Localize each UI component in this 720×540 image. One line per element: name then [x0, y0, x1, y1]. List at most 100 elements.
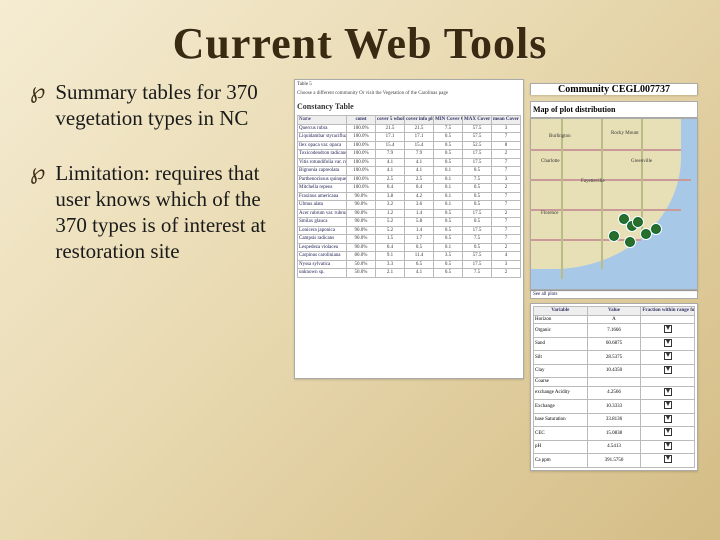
table-cell: 0.5 — [463, 201, 492, 210]
table-cell: Carpinus caroliniana — [298, 252, 347, 261]
map-pin-icon — [641, 229, 651, 239]
table-cell: Ca ppm — [534, 454, 588, 468]
table-cell: 7.5 — [463, 175, 492, 184]
table-cell: 0.5 — [434, 269, 463, 278]
table-cell: unknown sp. — [298, 269, 347, 278]
table-cell: Acer rubrum var. rubrum — [298, 209, 347, 218]
table-cell: exchange Acidity — [534, 386, 588, 400]
fraction-marker-icon — [664, 401, 672, 409]
table-cell: Nyssa sylvatica — [298, 260, 347, 269]
table-cell: Ilex opaca var. opaca — [298, 141, 347, 150]
table-row: Nyssa sylvatica50.0%3.36.50.517.53 — [298, 260, 521, 269]
screenshot-composite: Table 5 Choose a different community Or … — [294, 79, 702, 471]
table-cell: 0.4 — [405, 184, 434, 193]
table-cell: Exchange — [534, 400, 588, 414]
slide-title: Current Web Tools — [0, 0, 720, 69]
table-cell: Horizon — [534, 315, 588, 324]
map-pin-icon — [609, 231, 619, 241]
slide-content: ℘ Summary tables for 370 vegetation type… — [0, 69, 720, 471]
table-tab-label: Table 5 — [297, 82, 521, 87]
table-cell: 2.5 — [405, 175, 434, 184]
table-cell — [641, 351, 695, 365]
table-cell: 7 — [492, 201, 521, 210]
table-row: Parthenocissus quinquefolia100.0%2.52.50… — [298, 175, 521, 184]
table-cell: 3.2 — [376, 201, 405, 210]
fraction-marker-icon — [664, 325, 672, 333]
table-cell: 0.1 — [434, 175, 463, 184]
constancy-col-header: const — [347, 116, 376, 125]
table-cell: 0.5 — [434, 235, 463, 244]
table-cell: Toxicodendron radicans — [298, 150, 347, 159]
fraction-marker-icon — [664, 415, 672, 423]
table-cell: 28.5375 — [587, 351, 641, 365]
table-row: Clay10.4350 — [534, 364, 695, 378]
table-cell: Liquidambar styraciflua — [298, 133, 347, 142]
table-cell: 0.1 — [434, 184, 463, 193]
table-row: Ca ppm391.5750 — [534, 454, 695, 468]
map-road — [561, 119, 563, 279]
table-cell: 17.5 — [463, 260, 492, 269]
constancy-col-header: MIN Cover Code — [434, 116, 463, 125]
table-cell: 2 — [492, 184, 521, 193]
table-cell: 17.1 — [405, 133, 434, 142]
table-cell — [641, 337, 695, 351]
table-cell: 17.5 — [463, 158, 492, 167]
table-cell: 3 — [492, 260, 521, 269]
map-pin-icon — [625, 237, 635, 247]
table-cell: CEC — [534, 427, 588, 441]
table-row: Mitchella repens100.0%0.40.40.10.52 — [298, 184, 521, 193]
table-cell: 0.1 — [434, 192, 463, 201]
table-row: Lonicera japonica90.0%5.21.40.517.57 — [298, 226, 521, 235]
table-cell: 4 — [492, 252, 521, 261]
table-cell: 33.8136 — [587, 413, 641, 427]
table-cell: 8 — [492, 141, 521, 150]
table-row: Organic7.1666 — [534, 324, 695, 338]
constancy-col-header: cover info plots present — [405, 116, 434, 125]
table-cell: 57.5 — [463, 124, 492, 133]
fraction-marker-icon — [664, 428, 672, 436]
table-cell: 60.6875 — [587, 337, 641, 351]
community-header: Community CEGL007737 — [530, 83, 698, 95]
table-cell: 0.5 — [463, 167, 492, 176]
fraction-marker-icon — [664, 366, 672, 374]
table-cell: Vitis rotundifolia var. rotundifolia — [298, 158, 347, 167]
table-cell: Ulmus alata — [298, 201, 347, 210]
table-cell: 2 — [492, 269, 521, 278]
table-cell: 10.3333 — [587, 400, 641, 414]
table-cell: 2 — [492, 243, 521, 252]
fraction-col-header: Value — [587, 307, 641, 316]
table-cell: Lonicera japonica — [298, 226, 347, 235]
table-cell: 5.8 — [405, 218, 434, 227]
table-cell: 1.4 — [405, 209, 434, 218]
table-cell: 1.2 — [376, 209, 405, 218]
table-cell: 2.5 — [376, 175, 405, 184]
table-cell: 0.5 — [463, 218, 492, 227]
bullet-text: Limitation: requires that user knows whi… — [55, 160, 280, 265]
constancy-col-header: mean Cover Code — [492, 116, 521, 125]
table-cell: 7 — [492, 192, 521, 201]
table-cell: 3.6 — [405, 201, 434, 210]
table-cell: 4.1 — [376, 167, 405, 176]
constancy-table: Nameconstcover 5 whole commcover info pl… — [297, 115, 521, 278]
table-cell: 90.0% — [347, 209, 376, 218]
table-row: Exchange10.3333 — [534, 400, 695, 414]
table-cell: 100.0% — [347, 150, 376, 159]
table-cell: 0.5 — [434, 133, 463, 142]
map-road — [531, 179, 691, 181]
table-cell: 0.5 — [434, 226, 463, 235]
table-cell: 1.5 — [376, 235, 405, 244]
table-cell: 15.0838 — [587, 427, 641, 441]
table-row: CEC15.0838 — [534, 427, 695, 441]
table-row: Bignonia capreolata100.0%4.14.10.10.57 — [298, 167, 521, 176]
breadcrumb: Choose a different community Or visit th… — [297, 91, 521, 96]
table-cell: 90.0% — [347, 201, 376, 210]
table-cell: 90.0% — [347, 243, 376, 252]
table-cell: 90.0% — [347, 192, 376, 201]
map-city-label: Rocky Mount — [611, 131, 639, 136]
table-cell: 100.0% — [347, 141, 376, 150]
fraction-marker-icon — [664, 388, 672, 396]
table-cell — [587, 378, 641, 387]
table-row: pH4.5413 — [534, 440, 695, 454]
table-cell: 0.5 — [405, 243, 434, 252]
table-cell: Smilax glauca — [298, 218, 347, 227]
